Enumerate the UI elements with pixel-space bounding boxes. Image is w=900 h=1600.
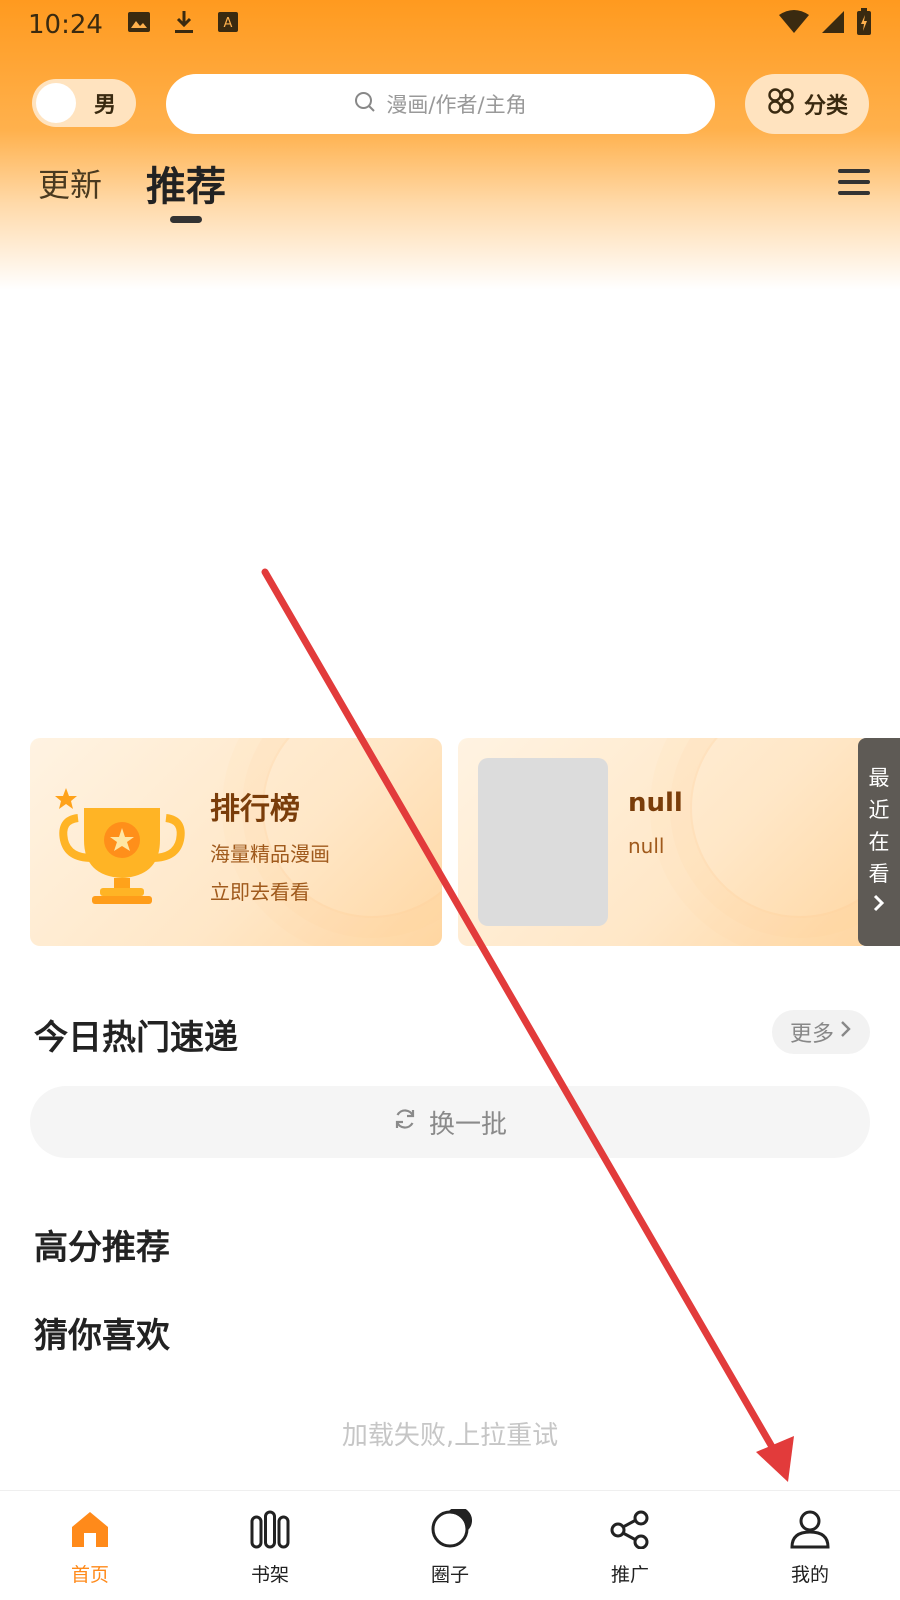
signal-icon	[820, 9, 846, 42]
comic-cover	[478, 758, 608, 926]
tab-active-indicator	[170, 216, 202, 223]
gender-toggle[interactable]: 男	[32, 79, 136, 127]
gender-label: 男	[94, 93, 117, 118]
svg-text:A: A	[223, 16, 232, 31]
circle-icon	[428, 1507, 472, 1554]
ranking-card[interactable]: 排行榜 海量精品漫画 立即去看看	[30, 738, 442, 946]
status-time: 10:24	[28, 10, 103, 40]
load-fail-message[interactable]: 加载失败,上拉重试	[0, 1415, 900, 1452]
high-score-section-title: 高分推荐	[34, 1228, 170, 1268]
gender-toggle-knob	[36, 83, 76, 123]
bookshelf-icon	[248, 1509, 292, 1554]
recent-tab-char: 最	[868, 766, 890, 790]
nav-label: 首页	[70, 1564, 109, 1586]
nav-item-circle[interactable]: 圈子	[360, 1491, 540, 1600]
nav-label: 推广	[610, 1564, 649, 1586]
guess-section-title: 猜你喜欢	[34, 1316, 170, 1356]
refresh-label: 换一批	[428, 1109, 507, 1140]
image-icon	[127, 10, 151, 40]
user-icon	[788, 1509, 832, 1554]
nav-item-bookshelf[interactable]: 书架	[180, 1491, 360, 1600]
hot-section-title: 今日热门速递	[34, 1018, 238, 1058]
chevron-right-icon	[872, 893, 886, 919]
tab-recommend[interactable]: 推荐	[146, 154, 226, 212]
recent-comic-card[interactable]: null null	[458, 738, 870, 946]
refresh-batch-button[interactable]: 换一批	[30, 1086, 870, 1158]
search-input[interactable]: 漫画/作者/主角	[166, 74, 715, 134]
nav-label: 圈子	[430, 1564, 469, 1586]
status-bar: 10:24 A	[0, 0, 900, 50]
tab-update[interactable]: 更新	[38, 160, 102, 206]
category-label: 分类	[803, 94, 848, 119]
status-icons-left: A	[127, 9, 239, 42]
battery-charging-icon	[856, 7, 872, 43]
nav-label: 我的	[790, 1564, 829, 1586]
status-icons-right	[778, 7, 872, 43]
card-decoration	[690, 738, 870, 918]
ranking-subtitle: 海量精品漫画	[210, 842, 330, 866]
text-a-icon: A	[217, 10, 239, 40]
refresh-icon	[393, 1107, 417, 1138]
home-icon	[68, 1509, 112, 1554]
nav-item-home[interactable]: 首页	[0, 1491, 180, 1600]
ranking-title: 排行榜	[210, 792, 300, 827]
search-placeholder: 漫画/作者/主角	[386, 93, 527, 117]
chevron-right-icon	[840, 1019, 852, 1045]
nav-item-promote[interactable]: 推广	[540, 1491, 720, 1600]
nav-item-mine[interactable]: 我的	[720, 1491, 900, 1600]
ranking-cta: 立即去看看	[210, 880, 310, 904]
recent-tab-char: 在	[868, 830, 890, 854]
recently-reading-tab[interactable]: 最 近 在 看	[858, 738, 900, 946]
bottom-navigation: 首页 书架 圈子 推广 我的	[0, 1490, 900, 1600]
category-icon	[766, 86, 796, 122]
download-icon	[173, 9, 195, 42]
category-button[interactable]: 分类	[745, 74, 869, 134]
recent-tab-char: 看	[868, 862, 890, 886]
comic-title: null	[628, 788, 683, 818]
search-icon	[354, 91, 376, 118]
recent-tab-char: 近	[868, 798, 890, 822]
trophy-icon	[48, 778, 188, 912]
share-icon	[608, 1509, 652, 1554]
wifi-icon	[778, 9, 810, 42]
menu-icon[interactable]	[838, 168, 870, 200]
comic-subtitle: null	[628, 834, 665, 858]
nav-label: 书架	[250, 1564, 289, 1586]
more-label: 更多	[789, 1022, 834, 1047]
more-button[interactable]: 更多	[772, 1010, 870, 1054]
